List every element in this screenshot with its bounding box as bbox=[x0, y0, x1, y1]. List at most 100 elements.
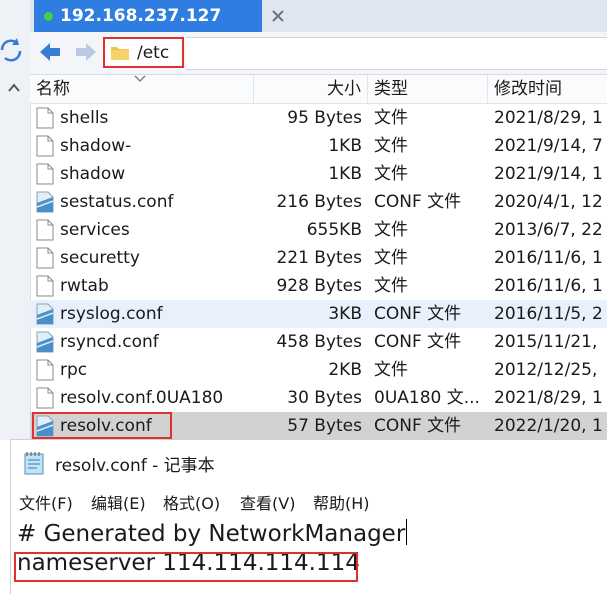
file-type: CONF 文件 bbox=[374, 304, 462, 324]
notepad-text-area[interactable]: # Generated by NetworkManager nameserver… bbox=[11, 516, 607, 594]
text-line: nameserver 114.114.114.114 bbox=[17, 550, 360, 576]
file-type: CONF 文件 bbox=[374, 416, 462, 436]
menu-file[interactable]: 文件(F) bbox=[19, 490, 73, 514]
file-modified: 2016/11/6, 1 bbox=[494, 276, 603, 296]
file-size: 95 Bytes bbox=[287, 108, 362, 128]
file-type: 0UA180 文... bbox=[374, 388, 480, 408]
folder-icon bbox=[111, 47, 129, 60]
file-name: rsyncd.conf bbox=[60, 332, 159, 352]
file-modified: 2016/11/5, 2 bbox=[494, 304, 603, 324]
file-modified: 2021/8/29, 1 bbox=[494, 388, 603, 408]
menu-edit[interactable]: 编辑(E) bbox=[91, 490, 146, 514]
file-modified: 2020/4/1, 12 bbox=[494, 192, 603, 212]
blank-file-icon bbox=[36, 247, 54, 269]
notepad-title: resolv.conf - 记事本 bbox=[55, 455, 215, 476]
file-modified: 2021/9/14, 7 bbox=[494, 136, 603, 156]
file-size: 928 Bytes bbox=[276, 276, 362, 296]
file-row[interactable]: rsyslog.conf 3KB CONF 文件 2016/11/5, 2 bbox=[30, 300, 607, 328]
conf-file-icon bbox=[36, 191, 54, 213]
file-row[interactable]: rwtab 928 Bytes 文件 2016/11/6, 1 bbox=[30, 272, 607, 300]
file-modified: 2015/11/21, bbox=[494, 332, 598, 352]
file-name: rwtab bbox=[60, 276, 109, 296]
blank-file-icon bbox=[36, 163, 54, 185]
file-list-header: 名称 大小 类型 修改时间 bbox=[30, 75, 607, 104]
file-size: 1KB bbox=[328, 136, 362, 156]
file-name: resolv.conf.0UA180 bbox=[60, 388, 224, 408]
connection-status-icon bbox=[44, 11, 53, 21]
file-type: 文件 bbox=[374, 164, 408, 184]
file-row[interactable]: resolv.conf 57 Bytes CONF 文件 2022/1/20, 1 bbox=[30, 412, 607, 440]
refresh-icon[interactable] bbox=[0, 37, 22, 63]
notepad-window: resolv.conf - 记事本 文件(F) 编辑(E) 格式(O) 查看(V… bbox=[11, 440, 607, 594]
column-header-modified[interactable]: 修改时间 bbox=[488, 75, 607, 103]
column-header-size[interactable]: 大小 bbox=[254, 75, 368, 103]
text-line: # Generated by NetworkManager bbox=[17, 519, 408, 547]
file-modified: 2016/11/6, 1 bbox=[494, 248, 603, 268]
file-name: sestatus.conf bbox=[60, 192, 174, 212]
notepad-titlebar: resolv.conf - 记事本 bbox=[11, 440, 607, 486]
path-bar-background[interactable] bbox=[186, 37, 607, 70]
left-sidebar-strip bbox=[0, 0, 31, 440]
file-size: 655KB bbox=[306, 220, 362, 240]
column-header-type[interactable]: 类型 bbox=[368, 75, 488, 103]
file-row[interactable]: securetty 221 Bytes 文件 2016/11/6, 1 bbox=[30, 244, 607, 272]
notepad-menubar: 文件(F) 编辑(E) 格式(O) 查看(V) 帮助(H) bbox=[11, 486, 607, 516]
conf-file-icon bbox=[36, 415, 54, 437]
file-type: 文件 bbox=[374, 108, 408, 128]
blank-file-icon bbox=[36, 359, 54, 381]
file-type: 文件 bbox=[374, 360, 408, 380]
current-path: /etc bbox=[137, 42, 170, 63]
blank-file-icon bbox=[36, 387, 54, 409]
blank-file-icon bbox=[36, 275, 54, 297]
file-row[interactable]: resolv.conf.0UA180 30 Bytes 0UA180 文... 202… bbox=[30, 384, 607, 412]
file-size: 3KB bbox=[328, 304, 362, 324]
file-type: 文件 bbox=[374, 276, 408, 296]
file-size: 30 Bytes bbox=[287, 388, 362, 408]
file-name: shadow bbox=[60, 164, 126, 184]
navigation-toolbar: /etc bbox=[30, 32, 607, 75]
notepad-icon bbox=[24, 452, 44, 475]
back-arrow-icon[interactable] bbox=[38, 41, 62, 63]
blank-file-icon bbox=[36, 135, 54, 157]
file-name: shadow- bbox=[60, 136, 132, 156]
file-type: CONF 文件 bbox=[374, 192, 462, 212]
file-row[interactable]: sestatus.conf 216 Bytes CONF 文件 2020/4/1, 1… bbox=[30, 188, 607, 216]
file-modified: 2021/9/14, 1 bbox=[494, 164, 603, 184]
file-row[interactable]: services 655KB 文件 2013/6/7, 22 bbox=[30, 216, 607, 244]
close-icon[interactable] bbox=[270, 8, 286, 24]
file-name: resolv.conf bbox=[60, 416, 152, 436]
column-header-name[interactable]: 名称 bbox=[30, 75, 254, 103]
file-row[interactable]: shells 95 Bytes 文件 2021/8/29, 1 bbox=[30, 104, 607, 132]
file-row[interactable]: rpc 2KB 文件 2012/12/25, bbox=[30, 356, 607, 384]
collapse-up-icon[interactable] bbox=[6, 80, 22, 96]
file-name: rsyslog.conf bbox=[60, 304, 163, 324]
file-modified: 2022/1/20, 1 bbox=[494, 416, 603, 436]
menu-view[interactable]: 查看(V) bbox=[240, 490, 295, 514]
file-row[interactable]: shadow 1KB 文件 2021/9/14, 1 bbox=[30, 160, 607, 188]
menu-help[interactable]: 帮助(H) bbox=[313, 490, 370, 514]
conf-file-icon bbox=[36, 331, 54, 353]
file-size: 57 Bytes bbox=[287, 416, 362, 436]
file-name: services bbox=[60, 220, 130, 240]
file-size: 458 Bytes bbox=[276, 332, 362, 352]
file-name: rpc bbox=[60, 360, 88, 380]
path-bar[interactable]: /etc bbox=[103, 37, 184, 68]
file-type: 文件 bbox=[374, 220, 408, 240]
file-type: CONF 文件 bbox=[374, 332, 462, 352]
file-name: shells bbox=[60, 108, 109, 128]
session-tab-title: 192.168.237.127 bbox=[60, 6, 222, 26]
menu-format[interactable]: 格式(O) bbox=[163, 490, 220, 514]
session-tab[interactable]: 192.168.237.127 bbox=[34, 0, 262, 32]
file-modified: 2013/6/7, 22 bbox=[494, 220, 603, 240]
column-header-name-label: 名称 bbox=[36, 79, 70, 99]
text-cursor bbox=[406, 519, 408, 545]
file-row[interactable]: rsyncd.conf 458 Bytes CONF 文件 2015/11/21, bbox=[30, 328, 607, 356]
conf-file-icon bbox=[36, 303, 54, 325]
file-type: 文件 bbox=[374, 136, 408, 156]
forward-arrow-icon[interactable] bbox=[74, 41, 98, 63]
text-line-content: # Generated by NetworkManager bbox=[17, 521, 406, 547]
file-modified: 2012/12/25, bbox=[494, 360, 598, 380]
file-row[interactable]: shadow- 1KB 文件 2021/9/14, 7 bbox=[30, 132, 607, 160]
file-name: securetty bbox=[60, 248, 140, 268]
blank-file-icon bbox=[36, 107, 54, 129]
